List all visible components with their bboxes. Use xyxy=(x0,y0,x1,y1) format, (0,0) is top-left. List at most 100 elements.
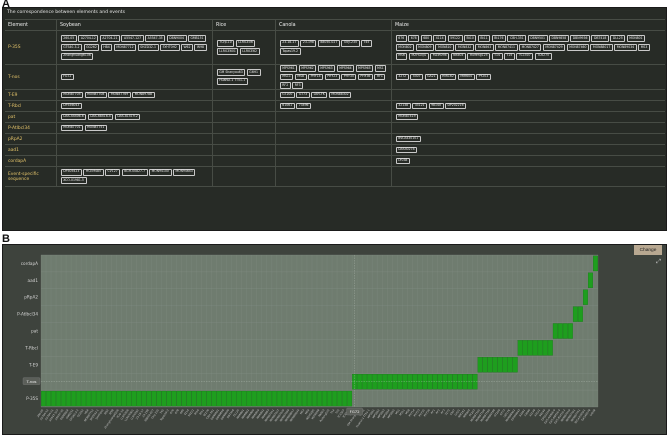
heatmap-cell[interactable] xyxy=(146,390,152,407)
heatmap-cell[interactable] xyxy=(131,390,137,407)
heatmap-cell[interactable] xyxy=(236,390,242,407)
heatmap-cell[interactable] xyxy=(567,323,573,339)
event-chip[interactable]: MON89034 xyxy=(614,44,637,51)
event-chip[interactable]: DBN9936 xyxy=(570,35,591,43)
heatmap-cell[interactable] xyxy=(542,340,548,356)
event-chip[interactable]: DLL25 xyxy=(610,35,626,43)
heatmap-cell[interactable] xyxy=(51,390,57,407)
heatmap-cell[interactable] xyxy=(206,390,212,407)
event-chip[interactable]: PHY36 xyxy=(357,73,373,81)
heatmap-cell[interactable] xyxy=(347,390,353,407)
event-chip[interactable]: NK603 xyxy=(450,52,466,60)
event-chip[interactable]: MPS965 xyxy=(355,65,374,72)
heatmap-cell[interactable] xyxy=(291,390,297,407)
heatmap-cell[interactable] xyxy=(106,390,112,407)
heatmap-cell[interactable] xyxy=(337,390,343,407)
event-chip[interactable]: MON87705 xyxy=(60,91,84,99)
event-chip[interactable]: MON832 xyxy=(455,44,474,51)
event-chip[interactable]: 676 xyxy=(395,35,407,43)
heatmap-cell[interactable] xyxy=(216,390,222,407)
event-chip[interactable]: Topas19-2 xyxy=(279,48,301,56)
event-chip[interactable]: DAS40278 xyxy=(395,146,418,154)
event-chip[interactable]: TC1507 xyxy=(516,52,534,60)
event-chip[interactable]: DP305423 xyxy=(60,168,82,176)
event-chip[interactable]: BGH-00827-7 xyxy=(121,168,148,176)
event-chip[interactable]: MON87712 xyxy=(113,44,137,51)
heatmap-cell[interactable] xyxy=(552,323,558,339)
event-chip[interactable]: Ruifeng125 xyxy=(467,52,491,60)
event-chip[interactable]: 61061 xyxy=(279,102,295,110)
event-chip[interactable]: MON87460 xyxy=(566,44,590,51)
event-chip[interactable]: GG262 xyxy=(83,44,100,51)
heatmap-cell[interactable] xyxy=(593,255,598,272)
event-chip[interactable]: T45 xyxy=(360,39,372,47)
heatmap-cell[interactable] xyxy=(311,390,317,407)
heatmap-cell[interactable] xyxy=(46,390,52,407)
event-chip[interactable]: 23-18-17 xyxy=(279,39,299,47)
event-chip[interactable]: 73496 xyxy=(296,102,312,110)
heatmap-cell[interactable] xyxy=(61,390,67,407)
event-chip[interactable]: DP202216 xyxy=(444,102,467,110)
heatmap-cell[interactable] xyxy=(136,390,142,407)
heatmap-cell[interactable] xyxy=(161,390,167,407)
heatmap-cell[interactable] xyxy=(487,357,493,373)
event-chip[interactable]: 88050-027 xyxy=(317,39,340,47)
event-chip[interactable]: MON87411 xyxy=(495,44,518,51)
event-chip[interactable]: MPS961 xyxy=(279,65,298,72)
heatmap-cell[interactable] xyxy=(121,390,127,407)
event-chip[interactable]: MON87427 xyxy=(518,44,542,51)
heatmap-cell[interactable] xyxy=(211,390,217,407)
heatmap-cell[interactable] xyxy=(181,390,187,407)
heatmap-cell[interactable] xyxy=(91,390,97,407)
event-chip[interactable]: SHZD32-1 xyxy=(137,44,159,51)
heatmap-cell[interactable] xyxy=(221,390,227,407)
event-chip[interactable]: Oxy-235 xyxy=(341,39,360,47)
event-chip[interactable]: MS3 xyxy=(638,44,650,51)
event-chip[interactable]: GMB151 xyxy=(187,35,207,43)
heatmap-cell[interactable] xyxy=(532,340,538,356)
event-chip[interactable]: BVLA430101 xyxy=(395,135,421,143)
event-chip[interactable]: DP356043 xyxy=(60,102,82,110)
event-chip[interactable]: RF1 xyxy=(374,73,386,81)
event-chip[interactable]: 680 xyxy=(420,35,432,43)
heatmap-cell[interactable] xyxy=(317,390,322,407)
heatmap-cell[interactable] xyxy=(101,390,107,407)
event-chip[interactable]: MPS962 xyxy=(298,65,317,72)
event-chip[interactable]: MON802 xyxy=(395,44,415,51)
heatmap-cell[interactable] xyxy=(332,390,338,407)
event-chip[interactable]: FG72 xyxy=(60,73,74,81)
event-chip[interactable]: MON87429 xyxy=(542,44,566,51)
event-chip[interactable]: MON89788 xyxy=(132,91,155,99)
heatmap-cell[interactable] xyxy=(41,390,46,407)
heatmap-cell[interactable] xyxy=(191,390,197,407)
heatmap-cell[interactable] xyxy=(266,390,272,407)
heatmap-cell[interactable] xyxy=(497,357,503,373)
event-chip[interactable]: MS11 xyxy=(279,73,294,81)
heatmap-cell[interactable] xyxy=(261,390,267,407)
event-chip[interactable]: MON801 xyxy=(626,35,646,43)
event-chip[interactable]: 23-198 xyxy=(300,39,317,47)
heatmap-cell[interactable] xyxy=(126,390,132,407)
event-chip[interactable]: MON88017 xyxy=(590,44,613,51)
event-chip[interactable]: 33121 xyxy=(412,102,428,110)
event-chip[interactable]: DAS-44406-6 xyxy=(60,113,87,121)
event-chip[interactable]: Bt176 xyxy=(491,35,507,43)
event-chip[interactable]: SYHT0H2 xyxy=(159,44,180,51)
heatmap-cell[interactable] xyxy=(562,323,568,339)
heatmap-cell[interactable] xyxy=(196,390,202,407)
event-chip[interactable]: MZHG0JG xyxy=(408,52,429,60)
event-chip[interactable]: 98140 xyxy=(428,102,444,110)
event-chip[interactable]: MS6 xyxy=(395,52,408,60)
heatmap-cell[interactable] xyxy=(306,390,312,407)
heatmap-cell[interactable] xyxy=(296,390,302,407)
event-chip[interactable]: LLRICE06 xyxy=(235,39,256,47)
event-chip[interactable]: 678 xyxy=(408,35,420,43)
heatmap-cell[interactable] xyxy=(256,390,262,407)
heatmap-cell[interactable] xyxy=(156,390,162,407)
event-chip[interactable]: CBH-351 xyxy=(507,35,527,43)
event-chip[interactable]: MON94100 xyxy=(149,168,172,176)
event-chip[interactable]: MON809 xyxy=(415,44,435,51)
event-chip[interactable]: 5307 xyxy=(410,73,424,81)
heatmap-cell[interactable] xyxy=(171,390,177,407)
event-chip[interactable]: W98 xyxy=(194,44,207,51)
